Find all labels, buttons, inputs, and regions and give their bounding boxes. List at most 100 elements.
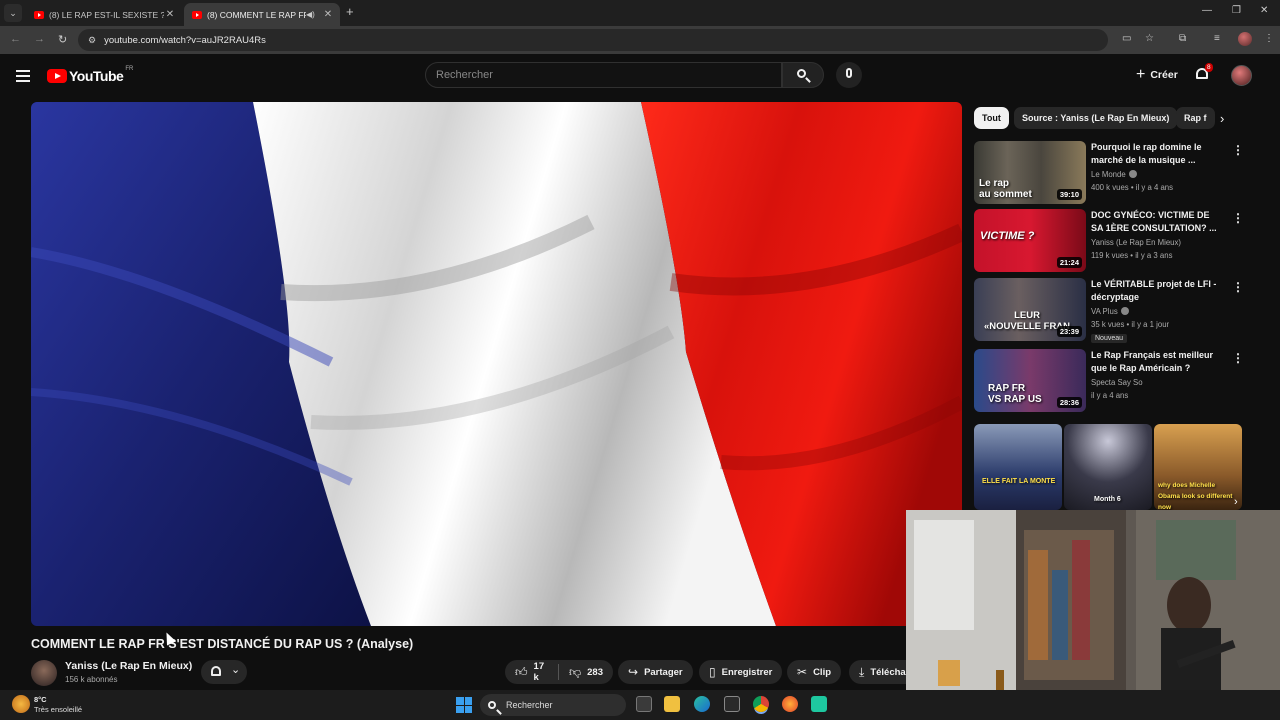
restore-icon[interactable]: ❐ <box>1232 5 1241 16</box>
video-player[interactable] <box>31 102 962 626</box>
like-dislike-group: 👍︎ 17 k 👎︎ 283 <box>505 660 613 684</box>
dislike-count: 283 <box>587 666 603 678</box>
youtube-header: YouTube FR Rechercher + Créer 8 <box>0 54 1280 98</box>
video-thumbnail[interactable]: RAP FR VS RAP US 28:36 <box>974 349 1086 412</box>
more-options-icon[interactable]: ⋮ <box>1232 143 1244 157</box>
address-bar[interactable]: ⚙ youtube.com/watch?v=auJR2RAU4Rs <box>78 29 1108 51</box>
chip-rap[interactable]: Rap f <box>1176 107 1215 129</box>
weather-temperature: 8°C <box>34 695 47 704</box>
channel-name[interactable]: Yaniss (Le Rap En Mieux) <box>65 660 192 672</box>
recommended-video[interactable]: LEUR «NOUVELLE FRAN 23:39 Le VÉRITABLE p… <box>974 278 1244 343</box>
bookmark-icon: ▯ <box>709 665 716 679</box>
user-avatar[interactable] <box>1231 65 1252 86</box>
dislike-button[interactable]: 👎︎ 283 <box>559 660 613 684</box>
clip-button[interactable]: ✂ Clip <box>787 660 842 684</box>
save-button[interactable]: ▯ Enregistrer <box>699 660 783 684</box>
subscriber-count: 156 k abonnés <box>65 675 118 684</box>
share-button[interactable]: ↪ Partager <box>618 660 693 684</box>
microphone-icon <box>846 68 852 78</box>
hamburger-menu-icon[interactable] <box>16 70 30 82</box>
channel-name: Specta Say So <box>1091 378 1143 387</box>
chip-all[interactable]: Tout <box>974 107 1009 129</box>
short-thumbnail[interactable]: why does Michelle Obama look so differen… <box>1154 424 1242 510</box>
close-icon[interactable]: ✕ <box>322 9 334 20</box>
browser-tab-active[interactable]: (8) COMMENT LE RAP FR S'E ◀) ✕ <box>184 3 340 26</box>
recommended-video[interactable]: VICTIME ? 21:24 DOC GYNÉCO: VICTIME DE S… <box>974 209 1244 273</box>
short-thumbnail[interactable]: Month 6 <box>1064 424 1152 510</box>
edge-browser-icon[interactable] <box>694 696 710 712</box>
weather-description: Très ensoleillé <box>34 705 83 714</box>
notifications-button[interactable]: 8 <box>1196 63 1213 82</box>
task-view-icon[interactable] <box>636 696 652 712</box>
firefox-icon[interactable] <box>782 696 798 712</box>
speaker-icon[interactable]: ◀) <box>306 10 318 19</box>
profile-avatar[interactable] <box>1238 32 1252 46</box>
bookmark-star-icon[interactable]: ☆ <box>1145 33 1154 44</box>
more-options-icon[interactable]: ⋮ <box>1232 211 1244 225</box>
kebab-menu-icon[interactable]: ⋮ <box>1264 33 1274 44</box>
short-caption: Month 6 <box>1094 496 1121 503</box>
save-label: Enregistrer <box>721 666 773 678</box>
recommended-video[interactable]: RAP FR VS RAP US 28:36 Le Rap Français e… <box>974 349 1244 413</box>
webcam-overlay <box>906 510 1280 690</box>
chevron-right-icon[interactable]: › <box>1234 496 1238 508</box>
back-arrow-icon[interactable]: ← <box>10 33 21 45</box>
video-thumbnail[interactable]: VICTIME ? 21:24 <box>974 209 1086 272</box>
windows-start-icon[interactable] <box>456 697 472 713</box>
more-options-icon[interactable]: ⋮ <box>1232 351 1244 365</box>
verified-check-icon <box>1128 170 1137 178</box>
youtube-favicon-icon <box>192 10 202 19</box>
search-input[interactable]: Rechercher <box>425 62 782 88</box>
youtube-favicon-icon <box>34 10 44 19</box>
video-thumbnail[interactable]: LEUR «NOUVELLE FRAN 23:39 <box>974 278 1086 341</box>
install-app-icon[interactable]: ▭ <box>1122 33 1131 44</box>
browser-toolbar: ← → ↻ ⚙ youtube.com/watch?v=auJR2RAU4Rs … <box>0 26 1280 54</box>
like-button[interactable]: 👍︎ 17 k <box>505 660 558 684</box>
app-icon[interactable] <box>811 696 827 712</box>
thumbs-up-icon: 👍︎ <box>515 664 528 679</box>
weather-icon[interactable] <box>12 695 30 713</box>
youtube-play-icon <box>47 69 67 83</box>
reload-icon[interactable]: ↻ <box>58 33 67 46</box>
site-info-icon[interactable]: ⚙ <box>88 35 96 46</box>
voice-search-button[interactable] <box>836 62 862 88</box>
store-icon[interactable] <box>724 696 740 712</box>
close-icon[interactable]: ✕ <box>164 9 176 20</box>
url-text: youtube.com/watch?v=auJR2RAU4Rs <box>104 34 266 46</box>
media-control-icon[interactable]: ≡ <box>1214 33 1220 44</box>
duration-badge: 21:24 <box>1056 257 1082 268</box>
tab-list-chevron-icon[interactable]: ⌄ <box>4 4 22 22</box>
video-title: COMMENT LE RAP FR S'EST DISTANCÉ DU RAP … <box>31 637 414 651</box>
minimize-icon[interactable]: — <box>1202 5 1212 16</box>
chip-source[interactable]: Source : Yaniss (Le Rap En Mieux) <box>1014 107 1178 129</box>
video-meta: 119 k vues • il y a 3 ans <box>1091 251 1173 260</box>
channel-avatar[interactable] <box>31 660 57 686</box>
short-caption: ELLE FAIT LA MONTE <box>982 478 1056 485</box>
channel-name: Yaniss (Le Rap En Mieux) <box>1091 238 1181 247</box>
taskbar-search[interactable]: Rechercher <box>480 694 626 716</box>
search-button[interactable] <box>782 62 824 88</box>
share-label: Partager <box>644 666 683 678</box>
windows-taskbar: 8°C Très ensoleillé Rechercher <box>0 690 1280 720</box>
short-thumbnail[interactable]: ELLE FAIT LA MONTE <box>974 424 1062 510</box>
forward-arrow-icon[interactable]: → <box>34 33 45 45</box>
extensions-icon[interactable]: ⧉ <box>1179 33 1186 44</box>
browser-tab[interactable]: (8) LE RAP EST-IL SEXISTE ? (4 P ✕ <box>26 3 182 26</box>
new-tab-plus-icon[interactable]: + <box>346 4 354 19</box>
video-title: Le Rap Français est meilleur que le Rap … <box>1091 350 1214 373</box>
more-options-icon[interactable]: ⋮ <box>1232 280 1244 294</box>
recommended-video[interactable]: Le rap au sommet 39:10 Pourquoi le rap d… <box>974 141 1244 205</box>
window-close-icon[interactable]: ✕ <box>1260 5 1268 16</box>
video-thumbnail[interactable]: Le rap au sommet 39:10 <box>974 141 1086 204</box>
chrome-browser-icon[interactable] <box>753 696 769 712</box>
share-arrow-icon: ↪ <box>628 665 639 679</box>
channel-name: VA Plus <box>1091 307 1129 316</box>
chevron-right-icon[interactable]: › <box>1220 111 1224 126</box>
create-label: Créer <box>1150 69 1178 81</box>
search-icon <box>488 701 496 709</box>
youtube-logo[interactable]: YouTube FR <box>47 66 133 84</box>
subscription-bell-button[interactable]: ⌄ <box>201 660 247 684</box>
file-explorer-icon[interactable] <box>664 696 680 712</box>
download-button[interactable]: ⤓ Télécha <box>849 660 906 684</box>
create-button[interactable]: + Créer <box>1126 63 1188 87</box>
